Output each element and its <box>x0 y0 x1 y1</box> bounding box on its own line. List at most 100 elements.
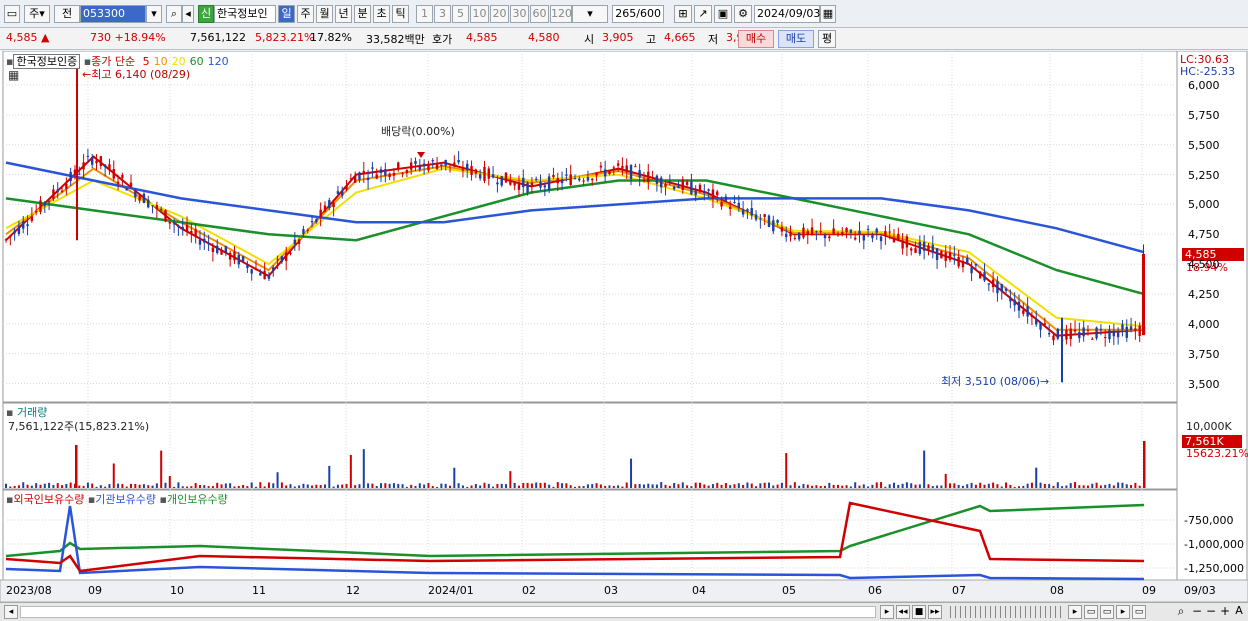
scroll-min-icon[interactable]: ▸ <box>1116 605 1130 619</box>
candle-body <box>603 169 607 177</box>
draw-icon[interactable]: ↗ <box>694 5 712 23</box>
volume-bar <box>414 486 417 488</box>
chart-area[interactable]: ▪ 한국정보인증 ▪종가 단순 5 10 20 60 120 ▦ ←최고 6,140 (0… <box>0 51 1248 602</box>
period-tab-0[interactable]: 일 <box>278 5 295 23</box>
search-icon[interactable]: ⌕ <box>166 5 182 23</box>
code-input[interactable]: 053300 <box>80 5 146 23</box>
period-tab-5[interactable]: 초 <box>373 5 390 23</box>
volume-bar <box>13 486 16 488</box>
candle-body <box>1043 323 1047 325</box>
scroll-left-icon[interactable]: ◂ <box>4 605 18 619</box>
candle-body <box>319 209 322 218</box>
count-value: 265 <box>615 7 637 20</box>
candle-body <box>560 179 564 184</box>
volume-bar <box>121 484 124 488</box>
candle-body <box>1047 333 1051 335</box>
grid-icon[interactable]: ▦ <box>8 68 19 82</box>
candle-body <box>392 172 396 176</box>
save-icon[interactable]: ▣ <box>714 5 732 23</box>
candle-body <box>759 218 762 220</box>
range-select[interactable]: 전 <box>54 5 80 23</box>
indiv-holder-label: 개인보유수량 <box>166 493 228 506</box>
zoom-in-icon[interactable]: + <box>1218 605 1232 619</box>
volume-bar <box>138 484 141 488</box>
candle-body <box>569 174 572 185</box>
minute-tab-1[interactable]: 3 <box>434 5 451 23</box>
volume-bar <box>164 482 167 488</box>
minute-tab-0[interactable]: 1 <box>416 5 433 23</box>
minute-tab-7[interactable]: 120 <box>550 5 572 23</box>
scroll-max-icon[interactable]: ▭ <box>1100 605 1114 619</box>
candle-body <box>52 189 55 199</box>
minute-tab-6[interactable]: 60 <box>530 5 549 23</box>
rewind-icon[interactable]: ◂◂ <box>896 605 910 619</box>
volume-bar <box>832 484 835 488</box>
market-select[interactable]: 주▾ <box>24 5 50 23</box>
minute-custom-select[interactable]: ▾ <box>572 5 608 23</box>
candle-body <box>431 160 434 162</box>
holder-tick: -1,000,000 <box>1184 538 1244 551</box>
chart-svg[interactable] <box>0 51 1248 602</box>
eval-button[interactable]: 평 <box>818 30 836 48</box>
volume-bar <box>130 483 133 488</box>
magnifier-icon[interactable]: ⌕ <box>1174 605 1188 619</box>
volume-bar <box>1121 482 1124 488</box>
candle-body <box>1039 322 1042 330</box>
candle-body <box>616 163 620 166</box>
volume-bar <box>237 486 240 488</box>
scroll-end-icon[interactable]: ▸ <box>1068 605 1082 619</box>
sell-button[interactable]: 매도 <box>778 30 814 48</box>
period-tab-3[interactable]: 년 <box>335 5 352 23</box>
window-menu-icon[interactable]: ▭ <box>4 5 20 23</box>
scroll-right-icon[interactable]: ▸ <box>880 605 894 619</box>
period-tab-6[interactable]: 틱 <box>392 5 409 23</box>
fast-forward-icon[interactable]: ▸▸ <box>928 605 942 619</box>
date-tick: 05 <box>782 584 796 597</box>
volume-bar <box>1138 485 1141 488</box>
candle-body <box>1095 327 1098 339</box>
calendar-icon[interactable]: ▦ <box>820 5 836 23</box>
minute-tab-3[interactable]: 10 <box>470 5 489 23</box>
chart-tools-icon[interactable]: ⊞ <box>674 5 692 23</box>
minute-tab-5[interactable]: 30 <box>510 5 529 23</box>
volume-bar <box>186 486 189 488</box>
change: 730 +18.94% <box>90 31 166 44</box>
candle-body <box>444 159 447 166</box>
period-tab-1[interactable]: 주 <box>297 5 314 23</box>
volume-bar <box>569 485 572 488</box>
candle-body <box>103 164 107 167</box>
count-input[interactable]: 265/600 <box>612 5 664 23</box>
date-tick: 04 <box>692 584 706 597</box>
candle-body <box>629 165 633 180</box>
volume-bar <box>203 485 206 488</box>
candle-body <box>401 173 404 175</box>
volume-bar <box>1026 483 1029 488</box>
date-input[interactable]: 2024/09/03 <box>754 5 820 23</box>
buy-button[interactable]: 매수 <box>738 30 774 48</box>
scroll-track[interactable] <box>20 606 876 618</box>
sound-icon[interactable]: ◂ <box>182 5 194 23</box>
minute-tab-4[interactable]: 20 <box>490 5 509 23</box>
zoom-out-icon[interactable]: − <box>1190 605 1204 619</box>
volume-bar <box>630 458 633 488</box>
code-dropdown-icon[interactable]: ▾ <box>146 5 162 23</box>
period-tab-4[interactable]: 분 <box>354 5 371 23</box>
minute-tab-2[interactable]: 5 <box>452 5 469 23</box>
scroll-fit-icon[interactable]: ▭ <box>1084 605 1098 619</box>
scroll-extra-icon[interactable]: ▭ <box>1132 605 1146 619</box>
volume-bar <box>509 471 512 488</box>
volume-bar <box>371 483 374 488</box>
legend-stock-name[interactable]: 한국정보인증 <box>13 54 81 69</box>
candle-body <box>457 160 460 163</box>
gear-icon[interactable]: ⚙ <box>734 5 752 23</box>
period-tab-2[interactable]: 월 <box>316 5 333 23</box>
volume-bar <box>216 482 219 488</box>
candle-body <box>733 202 736 204</box>
stop-icon[interactable]: ■ <box>912 605 926 619</box>
candle-body <box>970 267 973 274</box>
volume-bar <box>742 484 745 488</box>
font-size-icon[interactable]: A <box>1232 605 1246 619</box>
candle-body <box>879 236 883 242</box>
zoom-slider[interactable] <box>950 606 1062 618</box>
candle-body <box>543 185 547 188</box>
